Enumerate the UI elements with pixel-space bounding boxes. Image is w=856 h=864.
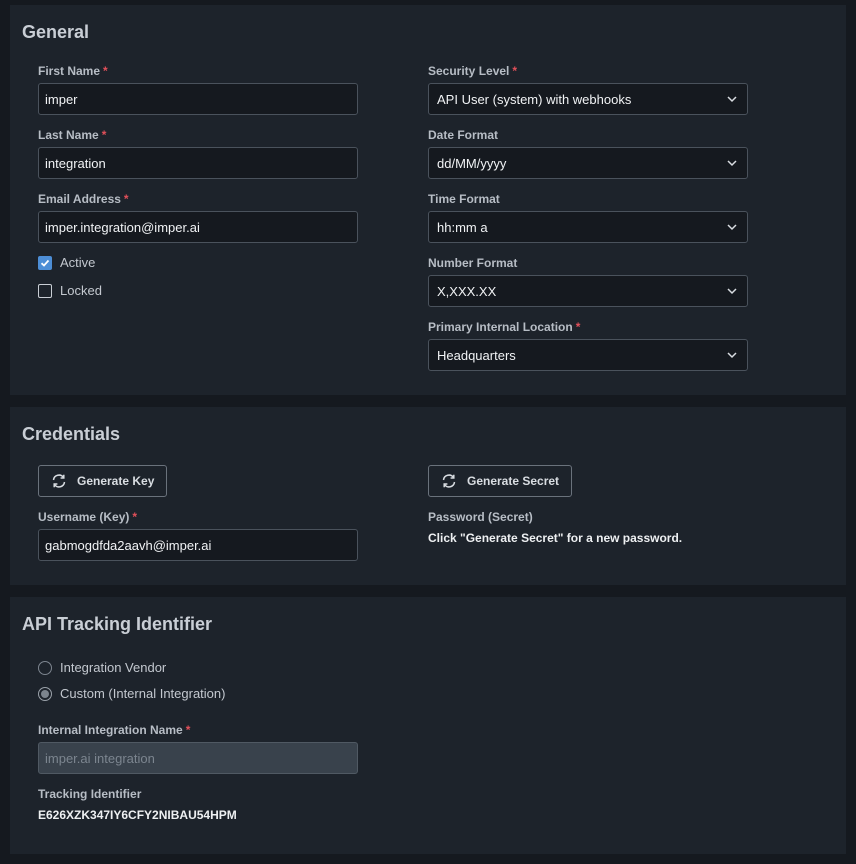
time-format-select[interactable]: hh:mm a bbox=[428, 211, 748, 243]
radio-label: Custom (Internal Integration) bbox=[60, 686, 226, 701]
checkmark-icon bbox=[40, 259, 50, 267]
number-format-select[interactable]: X,XXX.XX bbox=[428, 275, 748, 307]
email-label: Email Address * bbox=[38, 192, 129, 206]
locked-label: Locked bbox=[60, 283, 102, 298]
radio-integration-vendor[interactable]: Integration Vendor bbox=[38, 660, 166, 675]
credentials-panel: Credentials Generate Key Generate Secret… bbox=[10, 407, 846, 585]
first-name-label: First Name * bbox=[38, 64, 108, 78]
generate-key-label: Generate Key bbox=[77, 474, 155, 488]
username-label: Username (Key) * bbox=[38, 510, 138, 524]
active-checkbox-row[interactable]: Active bbox=[38, 255, 95, 270]
chevron-down-icon bbox=[727, 288, 737, 295]
username-field[interactable]: gabmogdfda2aavh@imper.ai bbox=[38, 529, 358, 561]
generate-secret-label: Generate Secret bbox=[467, 474, 560, 488]
api-tracking-title: API Tracking Identifier bbox=[22, 614, 213, 634]
last-name-label: Last Name * bbox=[38, 128, 107, 142]
general-title: General bbox=[22, 22, 90, 42]
active-label: Active bbox=[60, 255, 96, 270]
last-name-field[interactable]: integration bbox=[38, 147, 358, 179]
date-format-select[interactable]: dd/MM/yyyy bbox=[428, 147, 748, 179]
security-level-select[interactable]: API User (system) with webhooks bbox=[428, 83, 748, 115]
generate-key-button[interactable]: Generate Key bbox=[38, 465, 168, 497]
time-format-value: hh:mm a bbox=[437, 219, 488, 235]
radio-custom-integration[interactable]: Custom (Internal Integration) bbox=[38, 686, 225, 701]
primary-location-label: Primary Internal Location * bbox=[428, 320, 581, 334]
email-field[interactable]: imper.integration@imper.ai bbox=[38, 211, 358, 243]
number-format-label: Number Format bbox=[428, 256, 518, 270]
number-format-value: X,XXX.XX bbox=[437, 283, 497, 299]
refresh-icon bbox=[52, 474, 66, 488]
active-checkbox[interactable] bbox=[38, 255, 52, 270]
time-format-label: Time Format bbox=[428, 192, 500, 206]
locked-checkbox-row[interactable]: Locked bbox=[38, 283, 102, 298]
password-hint: Click "Generate Secret" for a new passwo… bbox=[428, 531, 683, 545]
radio-label: Integration Vendor bbox=[60, 660, 167, 675]
chevron-down-icon bbox=[727, 352, 737, 359]
primary-location-select[interactable]: Headquarters bbox=[428, 339, 748, 371]
date-format-value: dd/MM/yyyy bbox=[437, 155, 507, 171]
credentials-title: Credentials bbox=[22, 424, 121, 444]
security-level-value: API User (system) with webhooks bbox=[437, 91, 632, 107]
radio-dot bbox=[41, 689, 49, 698]
tracking-identifier-value: E626XZK347IY6CFY2NIBAU54HPM bbox=[38, 808, 237, 822]
tracking-identifier-label: Tracking Identifier bbox=[38, 787, 142, 801]
radio-button[interactable] bbox=[38, 660, 52, 675]
radio-button[interactable] bbox=[38, 686, 52, 701]
date-format-label: Date Format bbox=[428, 128, 499, 142]
refresh-icon bbox=[442, 474, 456, 488]
chevron-down-icon bbox=[727, 224, 737, 231]
chevron-down-icon bbox=[727, 160, 737, 167]
chevron-down-icon bbox=[727, 96, 737, 103]
locked-checkbox[interactable] bbox=[38, 283, 52, 298]
generate-secret-button[interactable]: Generate Secret bbox=[428, 465, 573, 497]
primary-location-value: Headquarters bbox=[437, 347, 516, 363]
internal-name-field[interactable]: imper.ai integration bbox=[38, 742, 358, 774]
first-name-field[interactable]: imper bbox=[38, 83, 358, 115]
api-tracking-panel: API Tracking Identifier Integration Vend… bbox=[10, 597, 846, 854]
security-level-label: Security Level * bbox=[428, 64, 518, 78]
general-panel: General First Name * imper Last Name * int… bbox=[10, 5, 846, 395]
internal-name-label: Internal Integration Name * bbox=[38, 723, 191, 737]
password-label: Password (Secret) bbox=[428, 510, 533, 524]
